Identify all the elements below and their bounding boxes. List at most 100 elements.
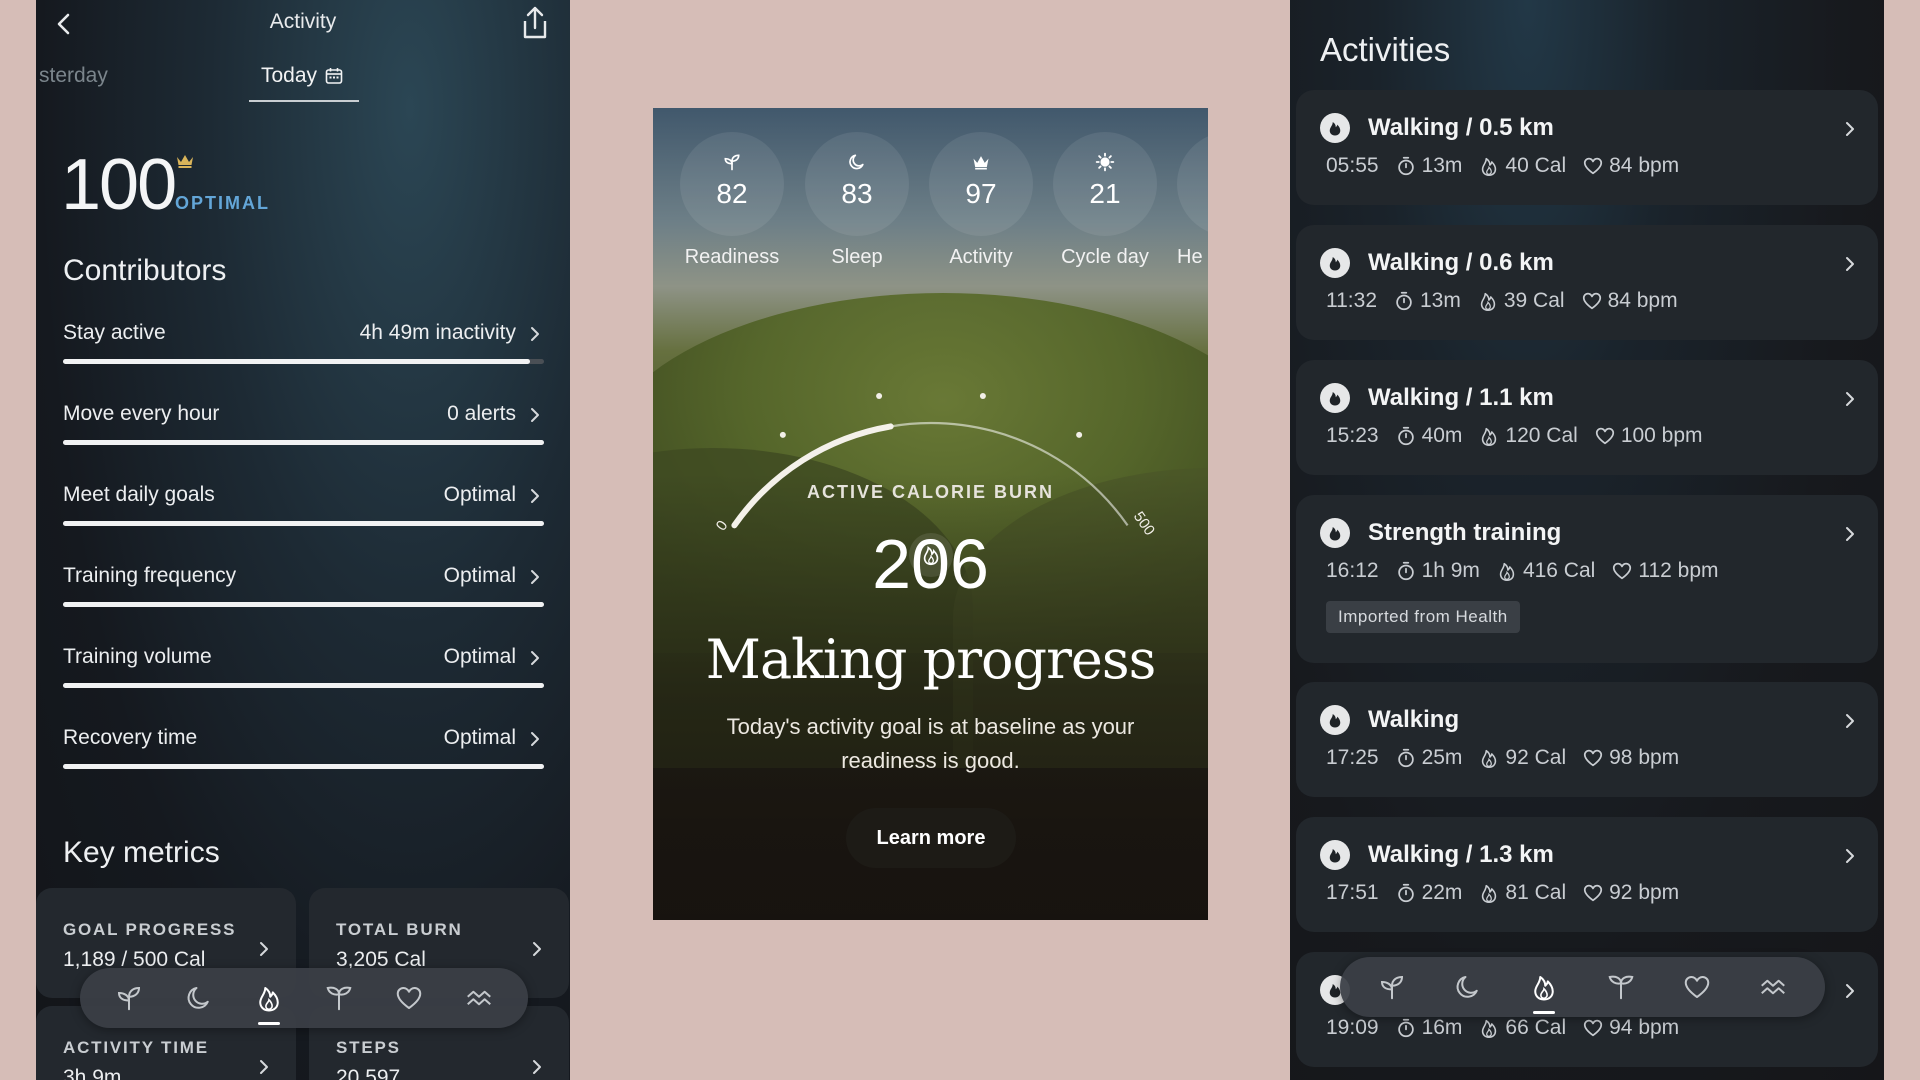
activity-name: Strength training (1368, 519, 1562, 546)
contributor-value: Optimal (443, 483, 516, 506)
activity-duration: 16m (1421, 1016, 1463, 1039)
share-icon[interactable] (518, 4, 552, 42)
nav-moon[interactable] (1446, 965, 1490, 1009)
contributor-row[interactable]: Recovery time Optimal (63, 722, 544, 782)
nav-waves[interactable] (1751, 965, 1795, 1009)
activity-duration: 40m (1421, 424, 1463, 447)
activity-meta: 17:25 25m 92 Cal 98 bpm (1326, 746, 1679, 770)
score-circle[interactable]: 83 (805, 132, 909, 236)
tab-underline (249, 100, 359, 102)
gauge-tick-dot (979, 392, 986, 399)
stopwatch-icon (1397, 156, 1414, 176)
sun-icon (1095, 152, 1115, 172)
activity-heart-rate: 84 bpm (1607, 289, 1678, 312)
activities-panel: Activities Walking / 0.5 km 05:55 13m 40… (1290, 0, 1884, 1080)
score-value: 83 (841, 178, 873, 209)
contributor-label: Recovery time (63, 726, 198, 749)
activity-heart-rate: 94 bpm (1609, 1016, 1680, 1039)
activity-card[interactable]: Walking / 1.3 km 17:51 22m 81 Cal 92 bpm (1296, 817, 1878, 932)
nav-flame[interactable] (247, 976, 291, 1025)
waves-icon (1760, 979, 1785, 995)
contributor-bar-fill (63, 359, 530, 364)
header: Activity (36, 0, 570, 46)
score-circle[interactable]: 21 (1053, 132, 1157, 236)
activity-calories: 416 Cal (1522, 559, 1596, 582)
metric-card-label: GOAL PROGRESS (63, 920, 237, 939)
activity-type-badge (1320, 383, 1350, 413)
tab-today[interactable]: Today (261, 64, 343, 88)
activity-type-badge (1320, 705, 1350, 735)
nav-plant[interactable] (317, 976, 361, 1020)
activity-meta: 15:23 40m 120 Cal 100 bpm (1326, 424, 1703, 448)
moon-icon (187, 987, 209, 1009)
description: Today's activity goal is at baseline as … (726, 714, 1135, 773)
flame-icon (1482, 157, 1497, 176)
activity-card[interactable]: Walking / 1.1 km 15:23 40m 120 Cal 100 b… (1296, 360, 1878, 475)
score-label: Sleep (831, 246, 883, 268)
flame-icon (259, 987, 279, 1012)
activity-calories: 120 Cal (1505, 424, 1578, 447)
activity-heart-rate: 84 bpm (1609, 154, 1680, 177)
stopwatch-icon (1397, 1018, 1414, 1038)
activity-card[interactable]: Walking 17:25 25m 92 Cal 98 bpm (1296, 682, 1878, 797)
waves-icon (467, 990, 491, 1006)
nav-flame[interactable] (1522, 965, 1566, 1014)
headline: Making progress (705, 628, 1157, 691)
activity-type-badge (1320, 840, 1350, 870)
contributor-bar (63, 683, 544, 688)
contributor-bar-fill (63, 683, 544, 688)
nav-moon[interactable] (177, 976, 221, 1020)
heart-icon (1584, 1019, 1603, 1037)
chevron-right-icon (1846, 984, 1854, 998)
chevron-right-icon (531, 570, 539, 584)
chevron-right-icon (1846, 392, 1854, 406)
contributor-row[interactable]: Meet daily goals Optimal (63, 479, 544, 539)
nav-waves[interactable] (457, 976, 501, 1020)
contributor-row[interactable]: Stay active 4h 49m inactivity (63, 317, 544, 377)
tab-yesterday[interactable]: sterday (39, 64, 108, 88)
activity-card[interactable]: Strength training 16:12 1h 9m 416 Cal 11… (1296, 495, 1878, 663)
contributor-bar-fill (63, 602, 544, 607)
bottom-nav (80, 968, 528, 1028)
activity-panel: Activity sterday Today 100 OPTIMAL Contr… (36, 0, 570, 1080)
heart-icon (1582, 292, 1601, 310)
contributor-row[interactable]: Training frequency Optimal (63, 560, 544, 620)
activity-card[interactable]: Walking / 0.6 km 11:32 13m 39 Cal 84 bpm (1296, 225, 1878, 340)
chevron-right-icon (1846, 527, 1854, 541)
chevron-right-icon (1846, 714, 1854, 728)
nav-heart[interactable] (1675, 965, 1719, 1009)
flame-solid-icon (1329, 392, 1341, 406)
stopwatch-icon (1397, 883, 1414, 903)
nav-heart[interactable] (387, 976, 431, 1020)
activity-card[interactable]: Walking / 0.5 km 05:55 13m 40 Cal 84 bpm (1296, 90, 1878, 205)
plant-icon (326, 986, 352, 1011)
activity-name: Walking / 1.1 km (1368, 384, 1554, 411)
score-circle[interactable]: 97 (929, 132, 1033, 236)
activity-meta: 17:51 22m 81 Cal 92 bpm (1326, 881, 1679, 905)
activity-type-badge (1320, 518, 1350, 548)
flame-icon (1482, 884, 1497, 903)
flame-solid-icon (1329, 257, 1341, 271)
nav-sprout[interactable] (107, 976, 151, 1020)
chevron-right-icon (1846, 122, 1854, 136)
contributor-row[interactable]: Training volume Optimal (63, 641, 544, 701)
crown-icon (973, 156, 989, 170)
score-label: Activity (949, 246, 1013, 268)
flame-icon (1499, 562, 1515, 581)
gauge-tick-dot (876, 392, 883, 399)
gauge-progress (731, 423, 894, 529)
contributor-bar-fill (63, 440, 544, 445)
chevron-right-icon (531, 408, 539, 422)
activity-time: 17:51 (1326, 881, 1379, 904)
contributor-row[interactable]: Move every hour 0 alerts (63, 398, 544, 458)
activity-time: 05:55 (1326, 154, 1379, 177)
score-circle[interactable]: 82 (680, 132, 784, 236)
nav-plant[interactable] (1599, 965, 1643, 1009)
learn-more-button[interactable]: Learn more (846, 808, 1016, 868)
heart-icon (1595, 427, 1614, 445)
moon-icon (1456, 976, 1478, 998)
activity-time: 11:32 (1326, 289, 1377, 312)
chevron-right-icon (531, 489, 539, 503)
nav-sprout[interactable] (1370, 965, 1414, 1009)
activity-calories: 92 Cal (1505, 746, 1567, 769)
